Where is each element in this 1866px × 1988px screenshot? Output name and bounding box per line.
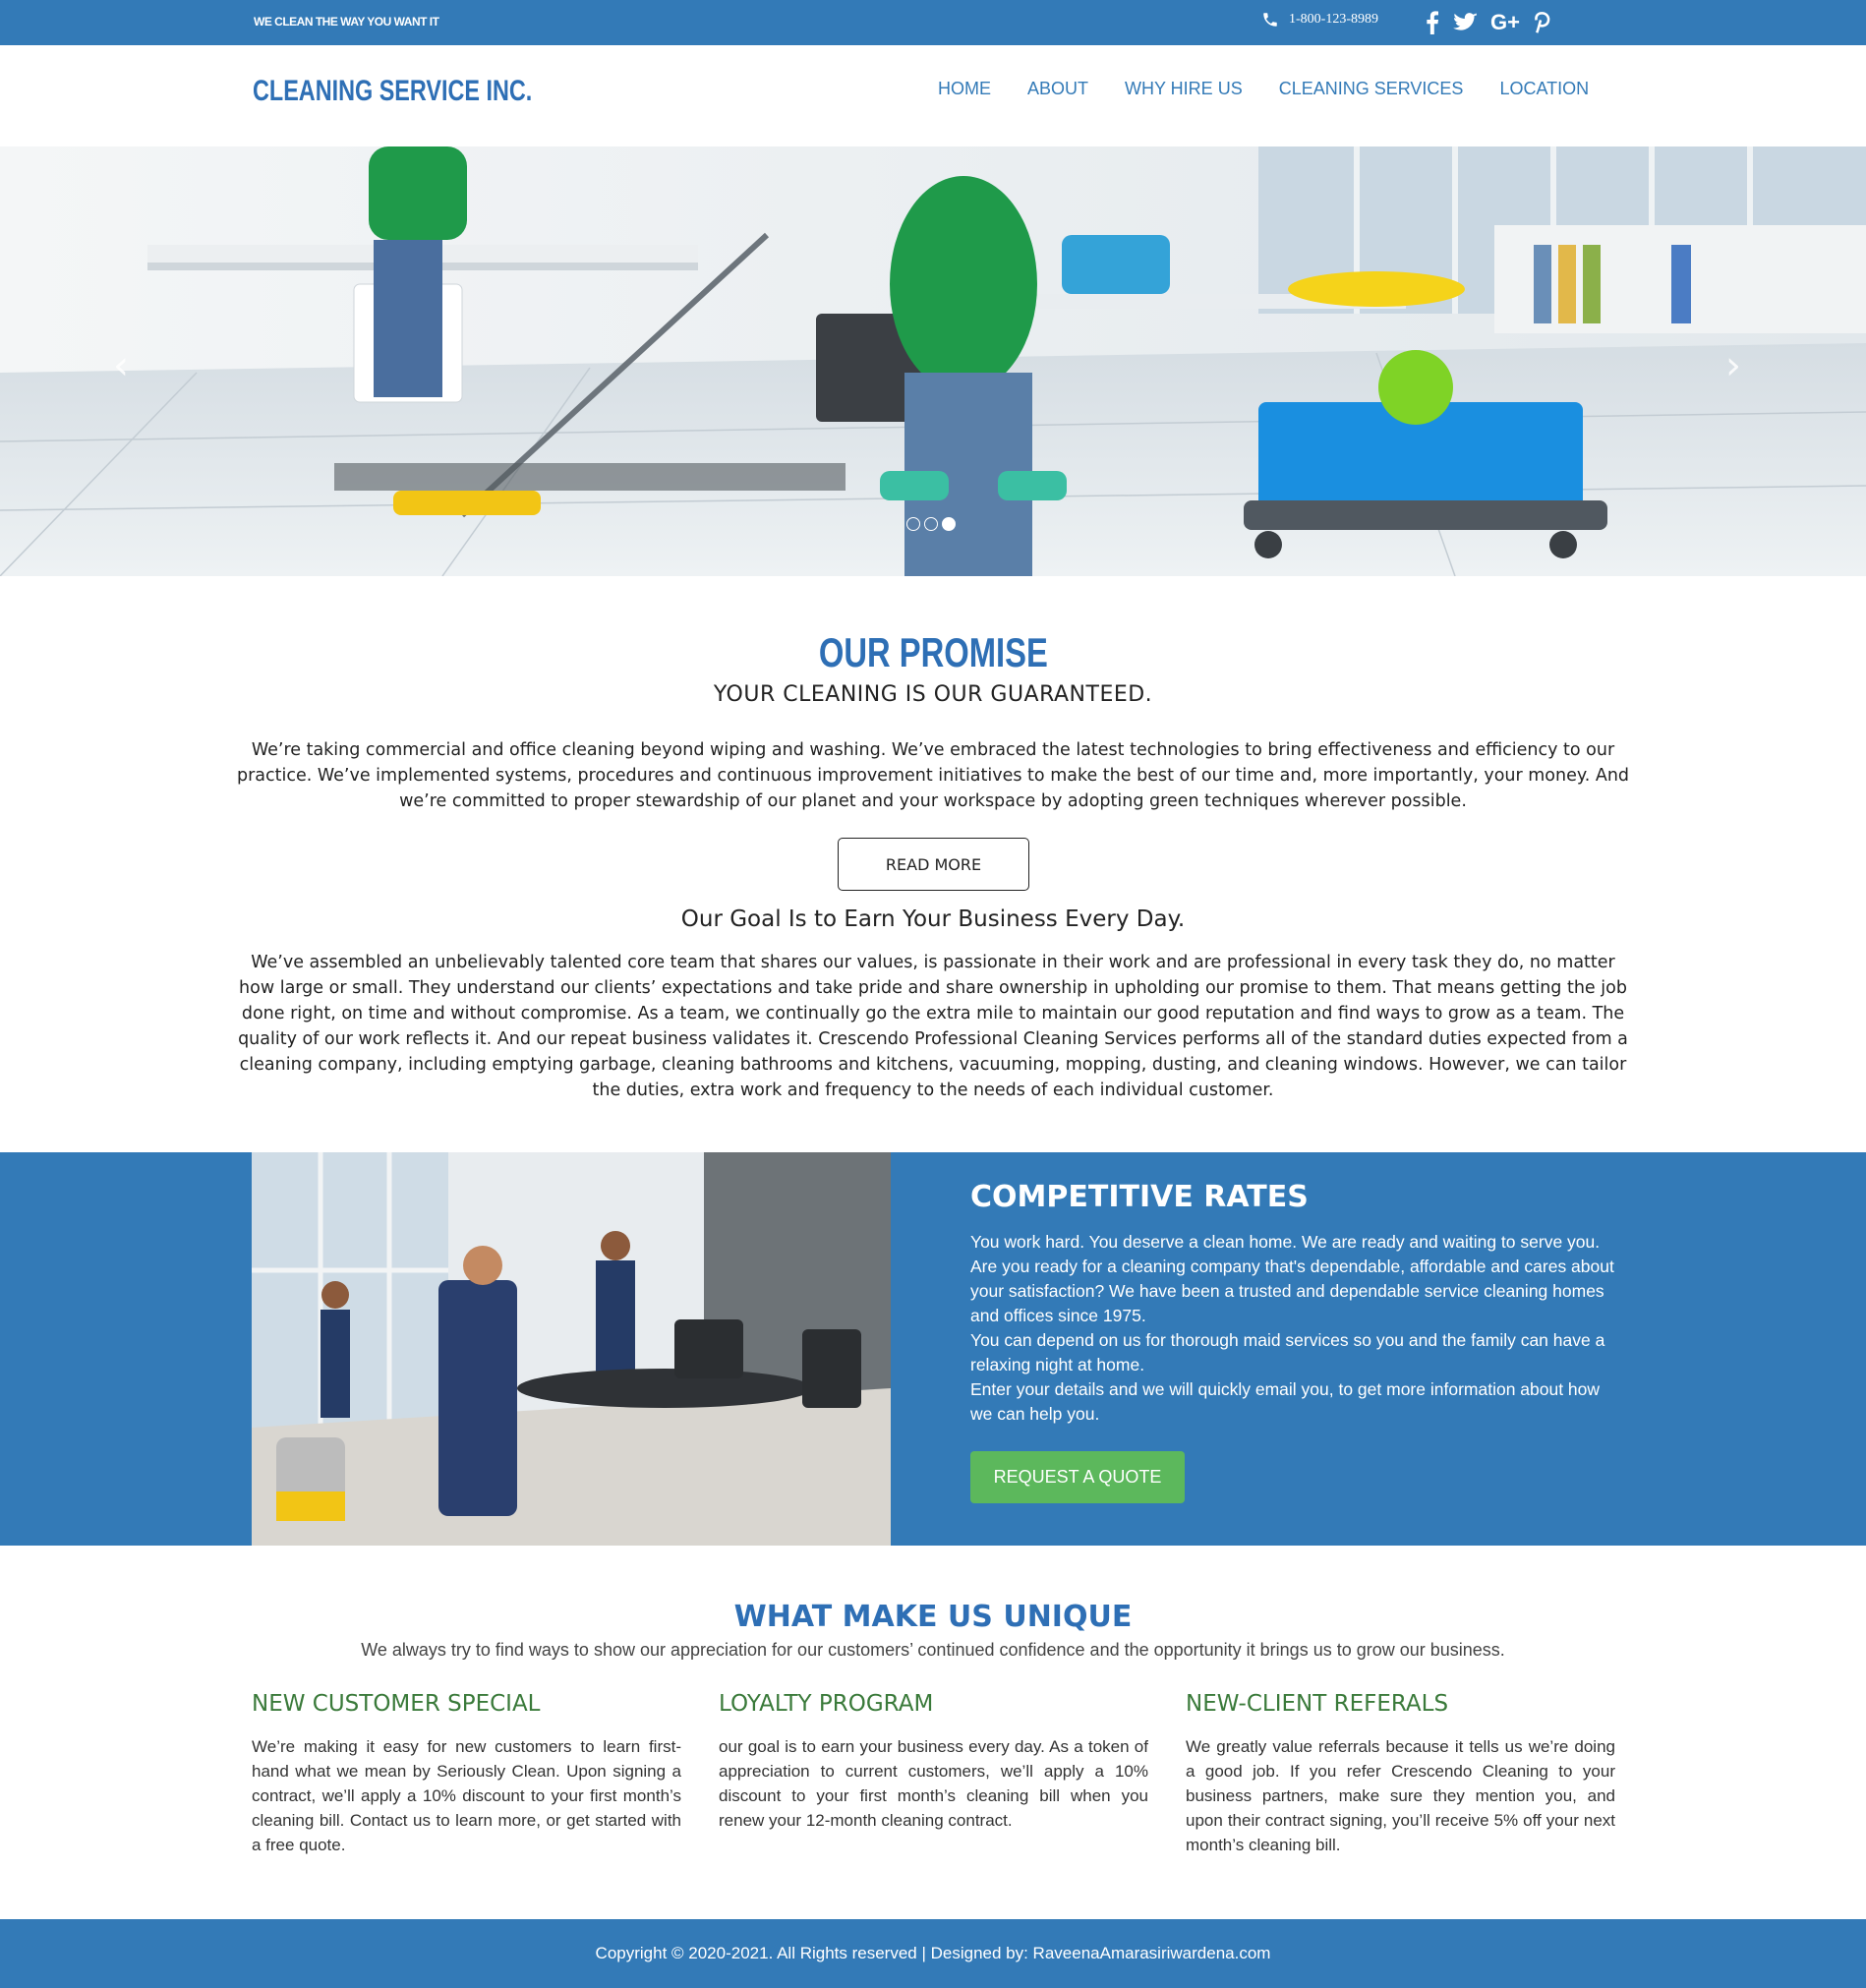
feature-text: We’re making it easy for new customers t… <box>252 1737 681 1854</box>
carousel-dot-active[interactable] <box>942 517 956 531</box>
phone-number: 1-800-123-8989 <box>1289 12 1378 27</box>
promise-subtitle: YOUR CLEANING IS OUR GUARANTEED. <box>713 682 1153 707</box>
site-header: CLEANING SERVICE INC. HOME ABOUT WHY HIR… <box>0 45 1866 146</box>
site-logo[interactable]: CLEANING SERVICE INC. <box>253 75 532 108</box>
rates-line: You work hard. You deserve a clean home.… <box>970 1232 1601 1252</box>
facebook-icon[interactable] <box>1426 9 1439 36</box>
nav-cleaning-services[interactable]: CLEANING SERVICES <box>1279 79 1464 99</box>
tagline: WE CLEAN THE WAY YOU WANT IT <box>254 15 439 29</box>
request-quote-button[interactable]: REQUEST A QUOTE <box>970 1451 1185 1503</box>
carousel-prev-button[interactable]: ‹ <box>113 343 129 388</box>
unique-title: WHAT MAKE US UNIQUE <box>733 1600 1133 1634</box>
carousel-dot[interactable] <box>906 517 920 531</box>
hero-image <box>0 146 1866 576</box>
carousel-indicators <box>906 517 956 531</box>
google-plus-icon[interactable]: G+ <box>1490 9 1520 36</box>
feature-heading: LOYALTY PROGRAM <box>719 1691 934 1717</box>
twitter-icon[interactable] <box>1453 9 1477 36</box>
promise-title-text: OUR PROMISE <box>818 629 1048 675</box>
hero-carousel: ‹ › <box>0 146 1866 576</box>
rates-text: You work hard. You deserve a clean home.… <box>970 1230 1619 1427</box>
unique-subtitle: We always try to find ways to show our a… <box>361 1640 1505 1660</box>
nav-why-hire-us[interactable]: WHY HIRE US <box>1125 79 1243 99</box>
nav-about[interactable]: ABOUT <box>1027 79 1088 99</box>
rates-line: You can depend on us for thorough maid s… <box>970 1330 1605 1374</box>
rates-title: COMPETITIVE RATES <box>970 1180 1309 1214</box>
footer-copyright: Copyright © 2020-2021. All Rights reserv… <box>595 1944 1271 1962</box>
read-more-button[interactable]: READ MORE <box>838 838 1029 891</box>
phone-contact[interactable]: 1-800-123-8989 <box>1261 11 1378 29</box>
main-nav: HOME ABOUT WHY HIRE US CLEANING SERVICES… <box>938 79 1625 99</box>
feature-referrals: NEW-CLIENT REFERALS We greatly value ref… <box>1186 1691 1615 1857</box>
goal-heading: Our Goal Is to Earn Your Business Every … <box>680 906 1186 932</box>
promise-paragraph: We’re taking commercial and office clean… <box>236 740 1630 811</box>
phone-icon <box>1263 13 1277 27</box>
rates-line: Are you ready for a cleaning company tha… <box>970 1257 1614 1325</box>
feature-new-customer: NEW CUSTOMER SPECIAL We’re making it eas… <box>252 1691 681 1857</box>
feature-heading: NEW CUSTOMER SPECIAL <box>252 1691 541 1717</box>
goal-paragraph: We’ve assembled an unbelievably talented… <box>238 953 1628 1100</box>
feature-text: We greatly value referrals because it te… <box>1186 1737 1615 1854</box>
carousel-next-button[interactable]: › <box>1725 343 1741 388</box>
site-footer: Copyright © 2020-2021. All Rights reserv… <box>0 1919 1866 1988</box>
promise-title: OUR PROMISE <box>0 629 1866 676</box>
nav-home[interactable]: HOME <box>938 79 991 99</box>
feature-text: our goal is to earn your business every … <box>719 1737 1148 1830</box>
cleaning-team-photo <box>252 1152 891 1546</box>
feature-loyalty: LOYALTY PROGRAM our goal is to earn your… <box>719 1691 1148 1833</box>
pinterest-icon[interactable] <box>1534 9 1551 36</box>
social-links: G+ <box>1426 9 1551 36</box>
top-bar: WE CLEAN THE WAY YOU WANT IT 1-800-123-8… <box>0 0 1866 45</box>
carousel-dot[interactable] <box>924 517 938 531</box>
rates-line: Enter your details and we will quickly e… <box>970 1379 1601 1424</box>
nav-location[interactable]: LOCATION <box>1499 79 1589 99</box>
feature-heading: NEW-CLIENT REFERALS <box>1186 1691 1449 1717</box>
